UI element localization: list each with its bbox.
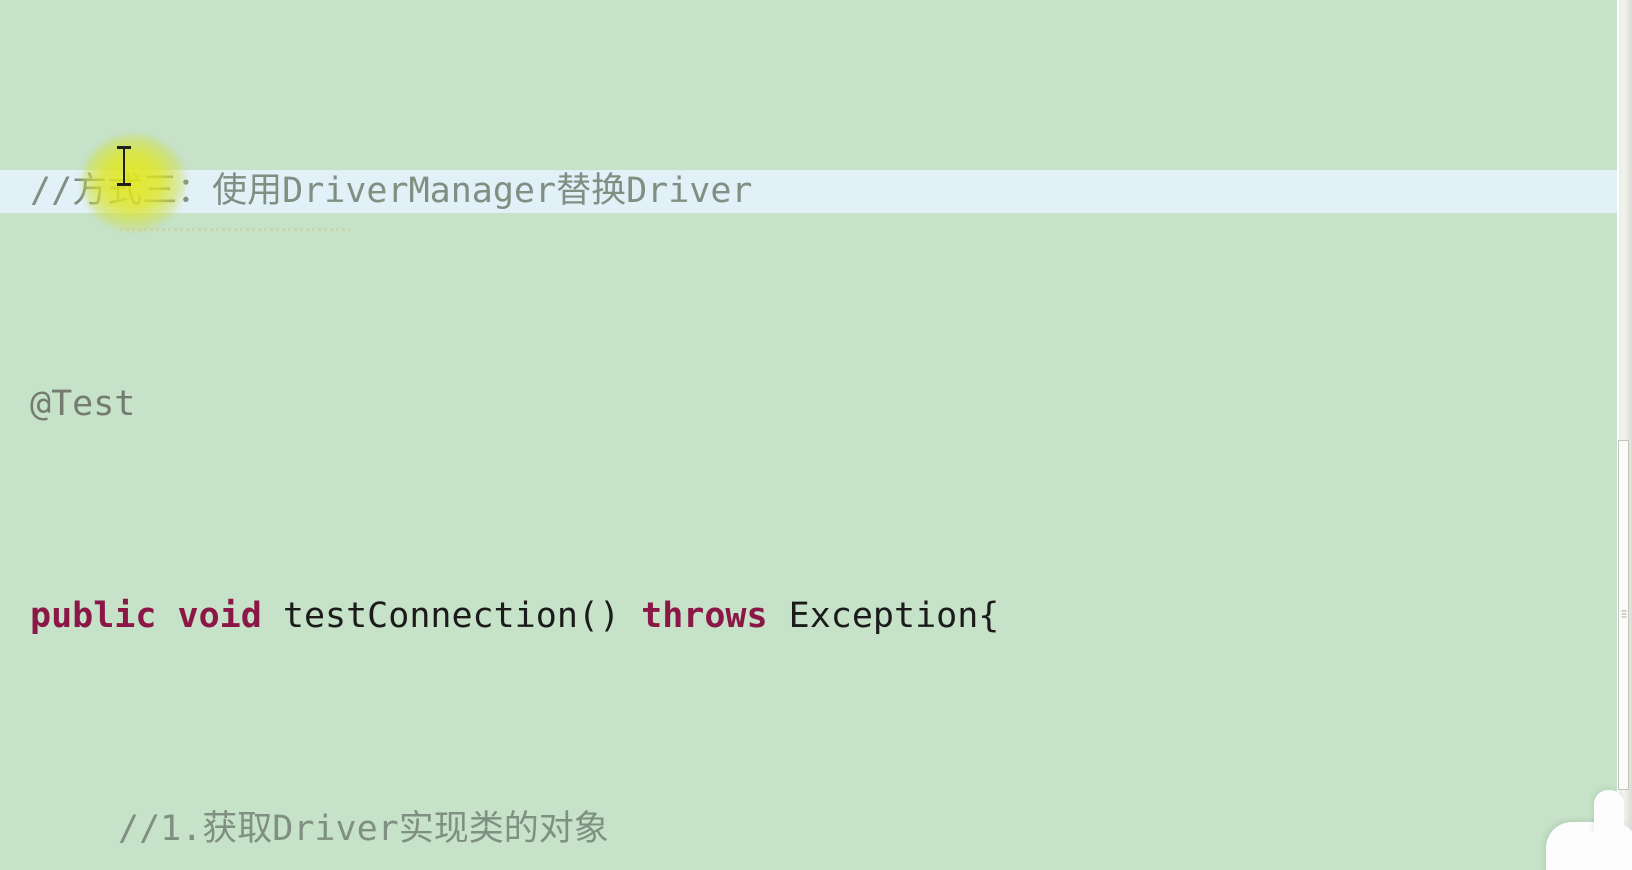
code-editor-screen: //方式三：使用DriverManager替换Driver @Test publ… bbox=[0, 0, 1632, 870]
annotation-test: @Test bbox=[30, 383, 136, 424]
keyword-void: void bbox=[177, 596, 262, 636]
code-comment: //方式三：使用DriverManager替换Driver bbox=[30, 171, 753, 211]
code-comment: //1.获取Driver实现类的对象 bbox=[118, 808, 609, 849]
code-content[interactable]: //方式三：使用DriverManager替换Driver @Test publ… bbox=[0, 0, 1632, 870]
scrollbar-grip-icon bbox=[1621, 610, 1626, 620]
vertical-scrollbar-thumb[interactable] bbox=[1618, 440, 1629, 790]
keyword-throws: throws bbox=[641, 596, 768, 636]
inspection-squiggle bbox=[120, 228, 350, 231]
keyword-public: public bbox=[30, 596, 157, 636]
code-line-2[interactable]: @Test bbox=[0, 383, 1632, 426]
code-line-3[interactable]: public void testConnection() throws Exce… bbox=[0, 595, 1632, 638]
code-line-4[interactable]: //1.获取Driver实现类的对象 bbox=[0, 808, 1632, 851]
exception-type: Exception{ bbox=[788, 596, 1000, 636]
method-name-testconnection: testConnection() bbox=[282, 596, 621, 636]
code-line-1[interactable]: //方式三：使用DriverManager替换Driver bbox=[0, 170, 1632, 213]
corner-overlay-notch bbox=[1594, 790, 1624, 834]
